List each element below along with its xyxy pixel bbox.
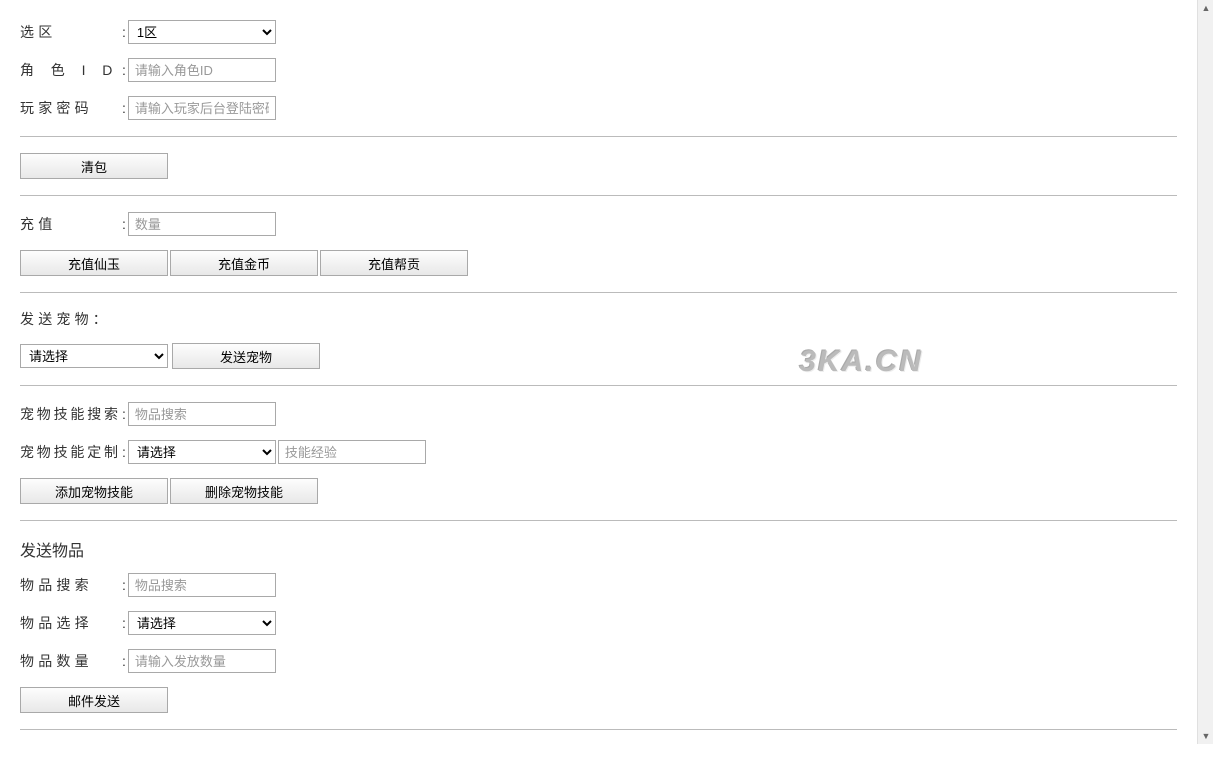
tianjia-chongwujineng-button[interactable]: 添加宠物技能 [20,478,168,504]
divider [20,292,1177,293]
colon: : [122,216,126,232]
chongzhi-bangyin-button[interactable]: 充值帮贡 [320,250,468,276]
youjian-fasong-button[interactable]: 邮件发送 [20,687,168,713]
mima-input[interactable] [128,96,276,120]
chongzhi-jinbi-button[interactable]: 充值金币 [170,250,318,276]
xuanqu-label: 选区 [20,22,120,42]
wupin-xuanze-select[interactable]: 请选择 [128,611,276,635]
chongzhi-label: 充值 [20,214,120,234]
divider [20,136,1177,137]
scroll-up-icon[interactable]: ▲ [1198,0,1213,16]
chongwujineng-sousuo-label: 宠物技能搜索 [20,404,120,424]
divider [20,385,1177,386]
colon: : [122,100,126,116]
chongwujineng-dingzhi-label: 宠物技能定制 [20,442,120,462]
shanchu-chongwujineng-button[interactable]: 删除宠物技能 [170,478,318,504]
wupin-sousuo-label: 物品搜索 [20,575,120,595]
fasongchongwu-title: 发送宠物： [20,309,1177,329]
wupin-shuliang-label: 物品数量 [20,651,120,671]
colon: : [122,615,126,631]
divider [20,729,1177,730]
colon: : [122,406,126,422]
fasongchongwu-button[interactable]: 发送宠物 [172,343,320,369]
chongwujineng-sousuo-input[interactable] [128,402,276,426]
colon: : [122,444,126,460]
scrollbar[interactable]: ▲ ▼ [1197,0,1213,744]
divider [20,195,1177,196]
juese-label: 角色ID [20,60,120,80]
juese-input[interactable] [128,58,276,82]
colon: : [122,62,126,78]
qingbao-button[interactable]: 清包 [20,153,168,179]
fasongwupin-title: 发送物品 [20,537,1177,561]
colon: : [122,577,126,593]
scroll-down-icon[interactable]: ▼ [1198,728,1213,744]
mima-label: 玩家密码 [20,98,120,118]
chongwujineng-dingzhi-input[interactable] [278,440,426,464]
chongwujineng-dingzhi-select[interactable]: 请选择 [128,440,276,464]
colon: : [122,653,126,669]
wupin-xuanze-label: 物品选择 [20,613,120,633]
fasongchongwu-select[interactable]: 请选择 [20,344,168,368]
colon: : [122,24,126,40]
chongzhi-xianyu-button[interactable]: 充值仙玉 [20,250,168,276]
wupin-shuliang-input[interactable] [128,649,276,673]
chongzhi-input[interactable] [128,212,276,236]
wupin-sousuo-input[interactable] [128,573,276,597]
divider [20,520,1177,521]
xuanqu-select[interactable]: 1区 [128,20,276,44]
